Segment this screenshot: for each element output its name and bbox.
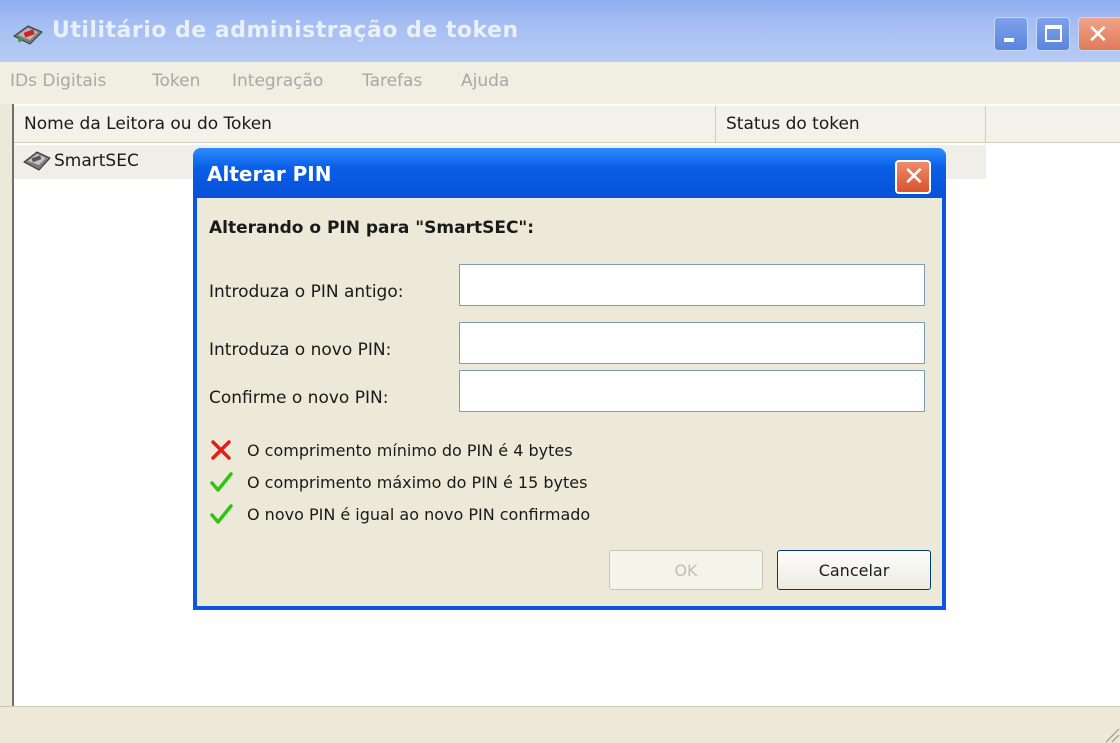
dialog-body: Alterando o PIN para "SmartSEC": Introdu… [197,198,942,606]
minimize-button[interactable] [994,17,1028,51]
maximize-button[interactable] [1036,17,1070,51]
menu-ajuda[interactable]: Ajuda [461,71,509,91]
close-window-button[interactable]: ✕ [1078,17,1120,51]
green-check-icon [210,504,233,524]
resize-grip-icon[interactable] [1102,725,1120,743]
confirm-pin-input[interactable] [459,370,925,412]
new-pin-label: Introduza o novo PIN: [209,340,392,360]
close-icon: ✕ [1087,20,1109,50]
dialog-title: Alterar PIN [207,162,332,186]
rule-text: O comprimento máximo do PIN é 15 bytes [247,473,588,492]
change-pin-dialog: Alterar PIN ✕ Alterando o PIN para "Smar… [193,148,946,610]
column-header-name[interactable]: Nome da Leitora ou do Token [14,106,716,142]
rule-text: O comprimento mínimo do PIN é 4 bytes [247,441,573,460]
window-title: Utilitário de administração de token [52,18,519,43]
menu-tarefas[interactable]: Tarefas [362,71,422,91]
red-x-icon [211,440,231,460]
status-bar [0,706,1120,743]
column-header-status[interactable]: Status do token [716,106,986,142]
token-name: SmartSEC [54,151,139,171]
green-check-icon [210,472,233,492]
new-pin-input[interactable] [459,322,925,364]
old-pin-input[interactable] [459,264,925,306]
dialog-title-bar[interactable]: Alterar PIN ✕ [193,148,946,198]
minimize-icon [1004,38,1014,42]
maximize-icon [1045,25,1062,42]
dialog-close-button[interactable]: ✕ [895,160,931,194]
cancel-button[interactable]: Cancelar [777,550,931,590]
menu-ids-digitais[interactable]: IDs Digitais [10,71,106,91]
menu-bar: IDs Digitais Token Integração Tarefas Aj… [0,62,1120,104]
ok-button[interactable]: OK [609,550,763,590]
dialog-heading: Alterando o PIN para "SmartSEC": [209,218,535,238]
close-icon: ✕ [903,162,925,192]
token-reader-icon [23,151,51,171]
menu-token[interactable]: Token [152,71,200,91]
title-bar[interactable]: Utilitário de administração de token ✕ [0,0,1120,62]
rule-text: O novo PIN é igual ao novo PIN confirmad… [247,505,591,524]
menu-integracao[interactable]: Integração [232,71,323,91]
list-header: Nome da Leitora ou do Token Status do to… [14,106,1120,143]
confirm-pin-label: Confirme o novo PIN: [209,388,389,408]
token-reader-icon [13,25,43,45]
old-pin-label: Introduza o PIN antigo: [209,282,404,302]
column-header-empty[interactable] [986,106,1120,142]
